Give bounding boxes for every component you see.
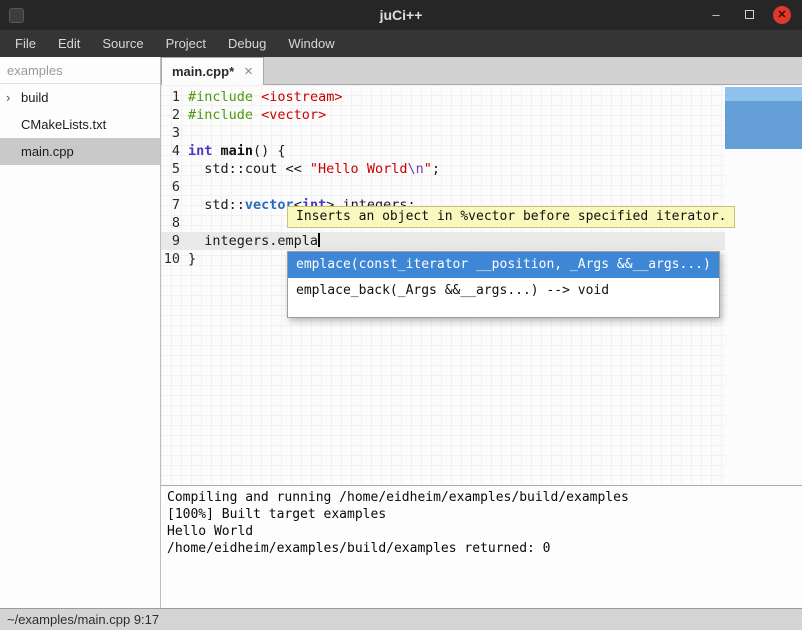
output-line: [100%] Built target examples	[167, 506, 796, 523]
menu-source[interactable]: Source	[91, 30, 154, 57]
completion-item[interactable]: emplace_back(_Args &&__args...) --> void	[288, 278, 719, 304]
code-line: 6	[161, 178, 725, 196]
menubar: FileEditSourceProjectDebugWindow	[0, 30, 802, 57]
window-title: juCi++	[0, 7, 802, 23]
editor[interactable]: 1#include <iostream>2#include <vector>34…	[161, 85, 802, 485]
status-text: ~/examples/main.cpp 9:17	[7, 612, 159, 627]
tab-bar: main.cpp* ×	[161, 57, 802, 85]
tree-item-label: CMakeLists.txt	[21, 111, 106, 138]
completion-popup: emplace(const_iterator __position, _Args…	[287, 251, 720, 318]
tree-item-label: main.cpp	[21, 138, 74, 165]
output-line: Compiling and running /home/eidheim/exam…	[167, 489, 796, 506]
window-controls: – ✕	[707, 6, 802, 24]
chevron-right-icon[interactable]: ›	[6, 84, 21, 111]
line-number: 10	[161, 250, 188, 268]
line-number: 5	[161, 160, 188, 178]
code-line: 3	[161, 124, 725, 142]
line-number: 6	[161, 178, 188, 196]
sidebar-header: examples	[0, 57, 160, 84]
scroll-indicator[interactable]	[725, 87, 802, 149]
code-line: 1#include <iostream>	[161, 88, 725, 106]
code-line: 9 integers.empla	[161, 232, 725, 250]
menu-window[interactable]: Window	[277, 30, 345, 57]
output-line: /home/eidheim/examples/build/examples re…	[167, 540, 796, 557]
output-console: Compiling and running /home/eidheim/exam…	[161, 485, 802, 608]
app-window: juCi++ – ✕ FileEditSourceProjectDebugWin…	[0, 0, 802, 630]
line-code: int main() {	[188, 142, 725, 160]
line-number: 1	[161, 88, 188, 106]
menu-project[interactable]: Project	[155, 30, 217, 57]
output-line: Hello World	[167, 523, 796, 540]
editor-column: main.cpp* × 1#include <iostream>2#includ…	[161, 57, 802, 608]
tab-main-cpp[interactable]: main.cpp* ×	[161, 57, 264, 85]
line-code	[188, 178, 725, 196]
line-number: 9	[161, 232, 188, 250]
restore-button[interactable]	[740, 6, 758, 24]
app-icon	[9, 8, 24, 23]
line-code: #include <vector>	[188, 106, 725, 124]
line-number: 4	[161, 142, 188, 160]
line-code: #include <iostream>	[188, 88, 725, 106]
menu-file[interactable]: File	[4, 30, 47, 57]
close-button[interactable]: ✕	[773, 6, 791, 24]
file-tree: ›buildCMakeLists.txtmain.cpp	[0, 84, 160, 165]
minimize-button[interactable]: –	[707, 6, 725, 24]
menu-debug[interactable]: Debug	[217, 30, 277, 57]
line-number: 7	[161, 196, 188, 214]
tree-item-build[interactable]: ›build	[0, 84, 160, 111]
doc-tooltip: Inserts an object in %vector before spec…	[287, 206, 735, 228]
line-code: std::cout << "Hello World\n";	[188, 160, 725, 178]
tab-label: main.cpp*	[172, 64, 234, 79]
sidebar: examples ›buildCMakeLists.txtmain.cpp	[0, 57, 161, 608]
line-number: 8	[161, 214, 188, 232]
main-area: examples ›buildCMakeLists.txtmain.cpp ma…	[0, 57, 802, 608]
tree-item-label: build	[21, 84, 48, 111]
line-code	[188, 124, 725, 142]
code-line: 2#include <vector>	[161, 106, 725, 124]
menu-edit[interactable]: Edit	[47, 30, 91, 57]
line-number: 3	[161, 124, 188, 142]
overview-scrollbar[interactable]	[725, 85, 802, 485]
titlebar: juCi++ – ✕	[0, 0, 802, 30]
tree-item-main-cpp[interactable]: main.cpp	[0, 138, 160, 165]
text-caret	[318, 233, 320, 247]
tab-close-icon[interactable]: ×	[244, 64, 253, 79]
restore-icon	[745, 10, 754, 19]
line-number: 2	[161, 106, 188, 124]
code-line: 4int main() {	[161, 142, 725, 160]
code-line: 5 std::cout << "Hello World\n";	[161, 160, 725, 178]
tree-item-cmakelists-txt[interactable]: CMakeLists.txt	[0, 111, 160, 138]
completion-item[interactable]: emplace(const_iterator __position, _Args…	[288, 252, 719, 278]
line-code: integers.empla	[188, 232, 725, 250]
status-bar: ~/examples/main.cpp 9:17	[0, 608, 802, 630]
